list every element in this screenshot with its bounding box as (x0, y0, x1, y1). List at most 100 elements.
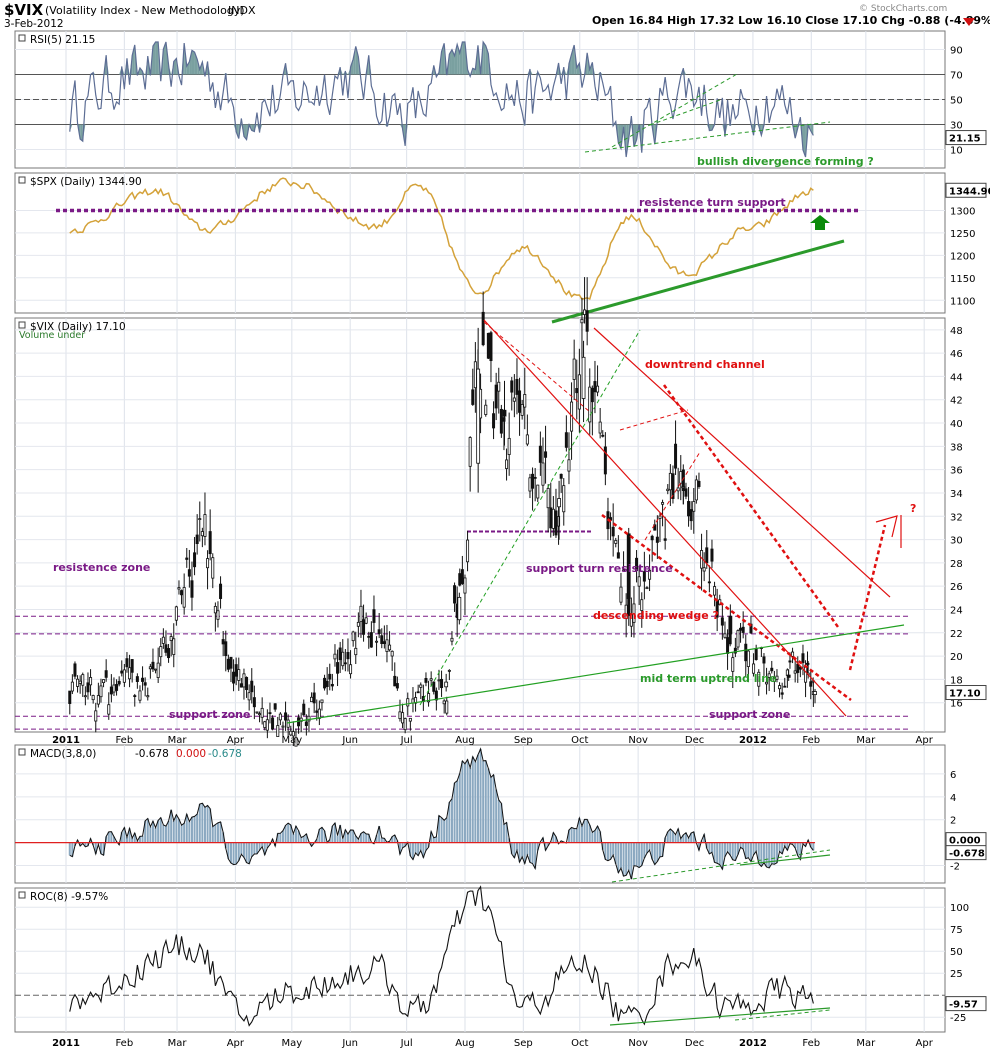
candle-body (224, 641, 228, 657)
macd-title-name: MACD(3,8,0) (30, 748, 96, 760)
macd-bar (193, 816, 196, 843)
macd-bar (214, 824, 217, 843)
candle-body (444, 681, 449, 688)
candle-body (187, 569, 191, 577)
candle-body (78, 680, 82, 684)
macd-bar (167, 821, 170, 843)
x-axis-label-vix: Mar (168, 735, 188, 746)
x-axis-label-vix: Jul (400, 735, 413, 746)
rsi-overbought-fill (191, 50, 195, 75)
macd-bar (474, 761, 477, 843)
macd-bar (461, 760, 464, 843)
macd-bar (463, 763, 466, 843)
macd-bar (476, 754, 479, 843)
x-axis-label-bottom: Dec (685, 1038, 704, 1049)
x-axis-label-vix: May (281, 735, 302, 746)
candle-body (788, 660, 792, 663)
candle-body (172, 638, 176, 655)
candle-body (375, 640, 379, 643)
candle-body (359, 605, 363, 623)
support-zone-right-label: support zone (709, 708, 790, 721)
candle-body (809, 681, 813, 687)
candle-body (489, 332, 493, 362)
candle-body (143, 682, 147, 686)
candle-body (364, 617, 368, 624)
candle-body (681, 486, 686, 489)
exchange-label: INDX (228, 4, 256, 17)
macd-bar (216, 822, 219, 843)
candle-body (518, 390, 522, 413)
candle-body (161, 636, 165, 644)
candle-body (255, 711, 259, 714)
macd-bar (617, 842, 620, 873)
candle-body (317, 708, 321, 719)
y-tick-label: 44 (950, 372, 963, 383)
candle-body (406, 698, 410, 707)
x-axis-label-bottom: 2011 (52, 1038, 80, 1049)
macd-bar (638, 842, 641, 868)
candle-body (655, 536, 659, 543)
y-tick-label: 22 (950, 629, 963, 640)
candle-body (596, 385, 600, 393)
macd-bar (632, 842, 635, 866)
candle-body (720, 617, 724, 626)
candle-body (268, 712, 272, 715)
candle-body (174, 606, 178, 621)
candle-body (130, 659, 134, 673)
candle-body (705, 547, 709, 564)
candle-body (107, 704, 111, 715)
y-tick-label: 1300 (950, 206, 975, 217)
candle-body (668, 472, 672, 491)
candle (73, 661, 77, 680)
candle-body (193, 552, 197, 568)
watermark: © StockCharts.com (859, 4, 947, 14)
candle-body (674, 443, 678, 469)
candle-body (746, 650, 750, 667)
macd-bar (502, 824, 505, 843)
candle-body (694, 479, 698, 501)
candle-body (707, 581, 711, 584)
candle-body (377, 629, 381, 634)
candle-body (554, 510, 558, 536)
x-axis-label-vix: 2011 (52, 735, 80, 746)
candle-body (731, 657, 735, 672)
candle-body (783, 685, 787, 688)
macd-bar (162, 824, 165, 843)
macd-bar (281, 830, 284, 843)
candle-body (390, 650, 394, 657)
candle-body (234, 664, 238, 677)
y-tick-label: 50 (950, 947, 963, 958)
candle-body (689, 509, 693, 522)
macd-bar (627, 842, 630, 871)
candle-body (458, 573, 462, 586)
macd-bar (625, 842, 628, 876)
candle-body (182, 587, 186, 608)
macd-bar (648, 842, 651, 851)
candle-body (544, 451, 548, 458)
y-tick-label: 24 (950, 605, 963, 616)
support-zone-left-label: support zone (169, 708, 250, 721)
candle-body (460, 569, 464, 584)
macd-bar (287, 823, 290, 843)
candle-body (590, 387, 594, 403)
macd-bar (497, 799, 500, 843)
macd-bar (206, 805, 209, 843)
macd-bar (718, 842, 721, 865)
macd-bar (521, 842, 524, 857)
macd-bar (466, 759, 469, 843)
candle-body (551, 508, 555, 529)
rsi-title: RSI(5) 21.15 (30, 34, 95, 46)
macd-bar (635, 842, 638, 867)
macd-bar (245, 842, 248, 863)
candle-body (778, 685, 782, 690)
macd-bar (203, 807, 206, 843)
candle-body (588, 386, 592, 423)
candle-body (813, 691, 817, 695)
candle-body (232, 671, 236, 684)
y-tick-label: 36 (950, 466, 963, 477)
quote-summary: Open 16.84 High 17.32 Low 16.10 Close 17… (592, 14, 990, 27)
candle-body (492, 413, 496, 429)
candle-body (562, 485, 566, 513)
candle-body (805, 662, 810, 665)
y-tick-label: 48 (950, 326, 963, 337)
